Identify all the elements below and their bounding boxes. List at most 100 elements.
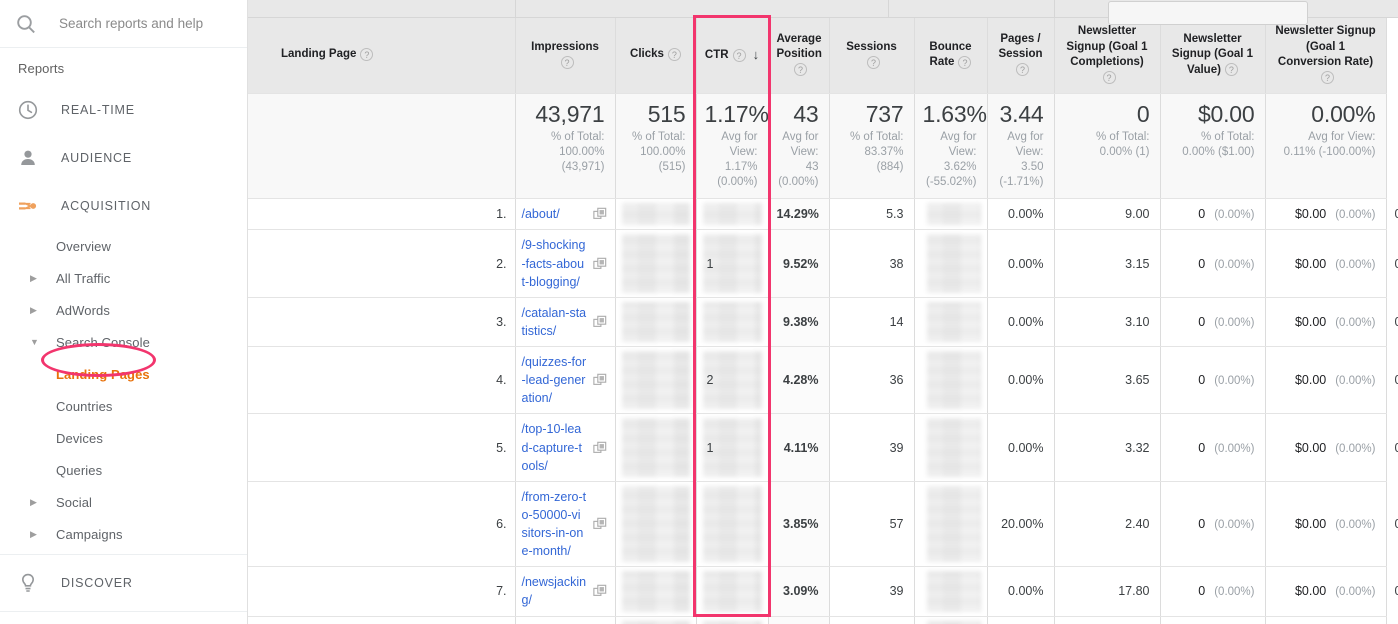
table-row[interactable]: 8./wordpress-analytics/142.99%40 1.79%3.0… [248,616,1387,624]
row-landing-page[interactable]: /wordpress-analytics/ [515,616,616,624]
table-body: 1./about/14.29% 5.3 0.00% 9.00 0 (0.00%) $0.00… [248,198,1398,624]
row-landing-page[interactable]: /catalan-statistics/ [515,297,616,348]
table-row[interactable]: 1./about/14.29% 5.3 0.00% 9.00 0 (0.00%) $0.00… [248,198,1398,231]
summary-value: $0.00 [1197,100,1255,127]
sidebar-item-campaigns[interactable]: ▶ Campaigns [0,518,247,550]
col-header-clicks[interactable]: Clicks? [615,18,697,94]
sidebar-item-landing-pages[interactable]: Landing Pages [0,358,247,390]
landing-page-link[interactable]: /from-zero-to-50000-visitors-in-one-mont… [522,490,587,558]
col-header-bounce-rate[interactable]: Bounce Rate? [914,18,988,94]
help-icon[interactable]: ? [732,48,746,62]
row-index: 7. [248,566,516,617]
landing-page-link[interactable]: /about/ [522,207,560,221]
sidebar-divider-1 [0,554,247,555]
open-in-new-window-icon[interactable] [592,441,607,455]
goal1-completions-value: 0 [1198,207,1206,222]
sidebar-divider-2 [0,611,247,612]
sidebar-subitem-label: AdWords [56,302,110,318]
col-header-impressions[interactable]: Impressions? [515,18,616,94]
redacted-value [926,418,981,477]
open-in-new-window-icon[interactable] [592,207,607,221]
sidebar-item-social[interactable]: ▶ Social [0,486,247,518]
row-landing-page[interactable]: /top-10-lead-capture-tools/ [515,413,616,482]
goal1-value-percent: (0.00%) [1335,442,1376,455]
sidebar-item-adwords[interactable]: ▶ AdWords [0,294,247,326]
summary-sessions: 737 % of Total: 83.37% (884) [829,93,915,200]
sidebar-item-queries[interactable]: Queries [0,454,247,486]
redacted-value [926,485,981,563]
table-header-row: Landing Page? Impressions? Clicks? CTR? ↓… [248,18,1387,94]
help-icon[interactable]: ? [667,47,681,61]
landing-page-link[interactable]: /catalan-statistics/ [522,306,587,338]
table-row[interactable]: 5./top-10-lead-capture-tools/1 4.11% 39 0.0… [248,413,1398,482]
col-header-sessions[interactable]: Sessions? [829,18,915,94]
table-row[interactable]: 7./newsjacking/3.09% 39 0.00% 17.80 0 (0.00%)… [248,566,1398,617]
row-goal1-value: $0.00 (0.00%) [1265,198,1387,231]
redacted-value [702,620,762,624]
sidebar-item-countries[interactable]: Countries [0,390,247,422]
sidebar-item-devices[interactable]: Devices [0,422,247,454]
help-icon[interactable]: ? [1016,63,1029,77]
open-in-new-window-icon[interactable] [592,315,607,329]
col-header-landing-page[interactable]: Landing Page? [248,18,516,94]
row-goal1-completions: 0(0.00%) [1160,616,1266,624]
row-bounce-rate: 0.00% [987,346,1055,415]
summary-value: 0 [1136,100,1150,127]
sidebar-item-acquisition[interactable]: ACQUISITION [0,182,247,230]
col-header-goal1-completions[interactable]: Newsletter Signup (Goal 1 Completions)? [1054,18,1161,94]
help-icon[interactable]: ? [1102,71,1116,85]
summary-row: 43,971 % of Total: 100.00% (43,971) 515 … [248,93,1387,200]
col-header-goal1-conversion-rate[interactable]: Newsletter Signup (Goal 1 Conversion Rat… [1265,18,1387,94]
row-average-position: 39 [829,566,915,617]
sort-descending-icon[interactable]: ↓ [753,46,760,64]
sidebar-item-admin[interactable]: ADMIN [0,616,247,624]
col-header-goal1-value[interactable]: Newsletter Signup (Goal 1 Value)? [1160,18,1266,94]
row-goal1-completions: 0(0.00%) [1160,346,1266,415]
help-icon[interactable]: ? [867,55,880,69]
landing-page-link[interactable]: /quizzes-for-lead-generation/ [522,355,587,405]
table-row[interactable]: 6./from-zero-to-50000-visitors-in-one-mo… [248,481,1398,568]
col-header-average-position[interactable]: Average Position? [768,18,830,94]
row-landing-page[interactable]: /from-zero-to-50000-visitors-in-one-mont… [515,481,616,568]
metric-group-dropdown[interactable] [1108,1,1308,25]
landing-page-link[interactable]: /9-shocking-facts-about-blogging/ [522,238,586,288]
sidebar-subitem-label: Social [56,494,93,510]
help-icon[interactable]: ? [794,63,807,77]
help-icon[interactable]: ? [958,55,972,69]
col-header-pages-session[interactable]: Pages / Session? [987,18,1055,94]
help-icon[interactable]: ? [1224,63,1238,77]
row-landing-page[interactable]: /quizzes-for-lead-generation/ [515,346,616,415]
summary-subtext: % of Total: 100.00% (43,971) [551,130,605,173]
row-average-position: 5.3 [829,198,915,231]
search-row[interactable] [0,0,247,48]
open-in-new-window-icon[interactable] [592,517,607,531]
col-label: Sessions [846,40,897,53]
row-landing-page[interactable]: /about/ [515,198,616,231]
summary-subtext: Avg for View: 3.62% (-55.02%) [926,130,977,189]
redacted-value [621,571,690,612]
table-row[interactable]: 3./catalan-statistics/9.38% 14 0.00% 3.10 0 (… [248,297,1398,348]
search-input[interactable] [59,16,239,31]
row-landing-page[interactable]: /9-shocking-facts-about-blogging/ [515,229,616,298]
row-landing-page[interactable]: /newsjacking/ [515,566,616,617]
help-icon[interactable]: ? [360,47,374,61]
sidebar-item-discover[interactable]: DISCOVER [0,559,247,607]
sidebar-item-real-time[interactable]: REAL-TIME [0,86,247,134]
col-header-ctr[interactable]: CTR? ↓ [696,18,769,94]
open-in-new-window-icon[interactable] [592,373,607,387]
sidebar-item-search-console[interactable]: ▼ Search Console [0,326,247,358]
sidebar-item-overview[interactable]: Overview [0,230,247,262]
help-icon[interactable]: ? [560,55,574,69]
landing-page-link[interactable]: /newsjacking/ [522,575,587,607]
table-row[interactable]: 2./9-shocking-facts-about-blogging/1 9.52… [248,229,1398,298]
row-impressions: 1 [615,616,697,624]
landing-page-link[interactable]: /top-10-lead-capture-tools/ [522,422,582,472]
sidebar-item-audience[interactable]: AUDIENCE [0,134,247,182]
sidebar-item-all-traffic[interactable]: ▶ All Traffic [0,262,247,294]
goal1-value-amount: $0.00 [1294,440,1327,455]
open-in-new-window-icon[interactable] [592,584,607,598]
help-icon[interactable]: ? [1321,71,1334,85]
table-row[interactable]: 4./quizzes-for-lead-generation/2 4.28% 36 0… [248,346,1398,415]
open-in-new-window-icon[interactable] [592,257,607,271]
row-goal1-value: $0.00 (0.00%) [1265,481,1387,568]
